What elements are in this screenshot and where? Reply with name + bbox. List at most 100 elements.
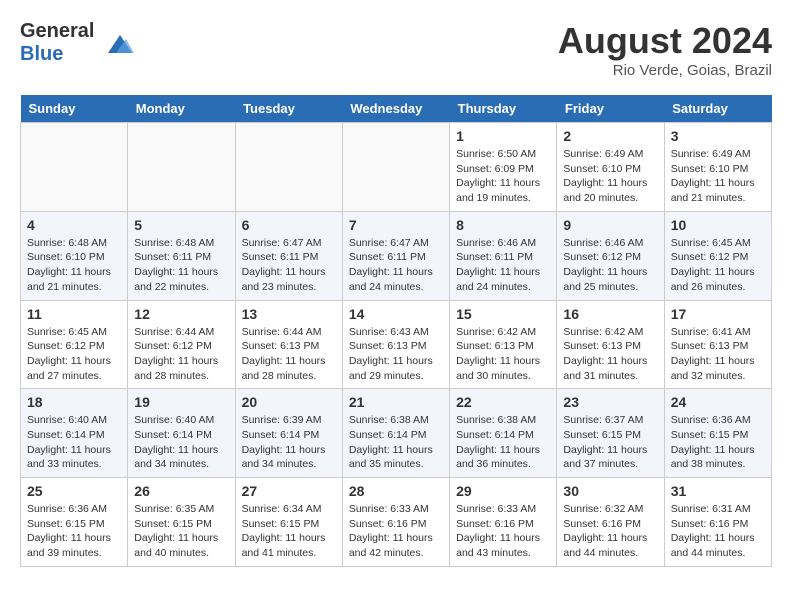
- day-info: Sunrise: 6:33 AM Sunset: 6:16 PM Dayligh…: [456, 502, 550, 561]
- calendar-cell: 16 Sunrise: 6:42 AM Sunset: 6:13 PM Dayli…: [557, 300, 664, 389]
- day-number: 26: [134, 483, 228, 499]
- day-info: Sunrise: 6:37 AM Sunset: 6:15 PM Dayligh…: [563, 413, 657, 472]
- calendar-cell: 23 Sunrise: 6:37 AM Sunset: 6:15 PM Dayli…: [557, 389, 664, 478]
- day-info: Sunrise: 6:44 AM Sunset: 6:13 PM Dayligh…: [242, 325, 336, 384]
- calendar-cell: 14 Sunrise: 6:43 AM Sunset: 6:13 PM Dayli…: [342, 300, 449, 389]
- title-block: August 2024 Rio Verde, Goias, Brazil: [558, 20, 772, 79]
- logo-blue: Blue: [20, 43, 63, 65]
- day-header-thursday: Thursday: [450, 95, 557, 123]
- month-year: August 2024: [558, 20, 772, 62]
- day-number: 24: [671, 394, 765, 410]
- day-info: Sunrise: 6:36 AM Sunset: 6:15 PM Dayligh…: [671, 413, 765, 472]
- calendar-cell: [342, 123, 449, 212]
- day-info: Sunrise: 6:31 AM Sunset: 6:16 PM Dayligh…: [671, 502, 765, 561]
- calendar-cell: 15 Sunrise: 6:42 AM Sunset: 6:13 PM Dayli…: [450, 300, 557, 389]
- calendar-cell: 7 Sunrise: 6:47 AM Sunset: 6:11 PM Daylig…: [342, 211, 449, 300]
- day-info: Sunrise: 6:38 AM Sunset: 6:14 PM Dayligh…: [456, 413, 550, 472]
- day-number: 5: [134, 217, 228, 233]
- calendar-cell: 25Sunrise: 6:36 AM Sunset: 6:15 PM Dayli…: [21, 478, 128, 567]
- calendar-cell: 29 Sunrise: 6:33 AM Sunset: 6:16 PM Dayli…: [450, 478, 557, 567]
- day-number: 14: [349, 306, 443, 322]
- week-row-2: 4 Sunrise: 6:48 AM Sunset: 6:10 PM Daylig…: [21, 211, 772, 300]
- logo: General Blue: [20, 20, 134, 66]
- calendar-cell: [128, 123, 235, 212]
- day-info: Sunrise: 6:33 AM Sunset: 6:16 PM Dayligh…: [349, 502, 443, 561]
- day-header-wednesday: Wednesday: [342, 95, 449, 123]
- day-number: 20: [242, 394, 336, 410]
- day-info: Sunrise: 6:48 AM Sunset: 6:10 PM Dayligh…: [27, 236, 121, 295]
- calendar-cell: 22 Sunrise: 6:38 AM Sunset: 6:14 PM Dayli…: [450, 389, 557, 478]
- day-header-friday: Friday: [557, 95, 664, 123]
- calendar-cell: 2Sunrise: 6:49 AM Sunset: 6:10 PM Daylig…: [557, 123, 664, 212]
- day-info: Sunrise: 6:41 AM Sunset: 6:13 PM Dayligh…: [671, 325, 765, 384]
- day-number: 3: [671, 128, 765, 144]
- logo-general: General: [20, 20, 94, 42]
- location: Rio Verde, Goias, Brazil: [558, 62, 772, 79]
- calendar-cell: 18 Sunrise: 6:40 AM Sunset: 6:14 PM Dayli…: [21, 389, 128, 478]
- day-number: 7: [349, 217, 443, 233]
- day-number: 13: [242, 306, 336, 322]
- day-header-saturday: Saturday: [664, 95, 771, 123]
- calendar-cell: 31 Sunrise: 6:31 AM Sunset: 6:16 PM Dayli…: [664, 478, 771, 567]
- calendar-cell: 10 Sunrise: 6:45 AM Sunset: 6:12 PM Dayli…: [664, 211, 771, 300]
- calendar-cell: 19 Sunrise: 6:40 AM Sunset: 6:14 PM Dayli…: [128, 389, 235, 478]
- day-number: 29: [456, 483, 550, 499]
- day-info: Sunrise: 6:50 AM Sunset: 6:09 PM Dayligh…: [456, 147, 550, 206]
- day-info: Sunrise: 6:40 AM Sunset: 6:14 PM Dayligh…: [134, 413, 228, 472]
- calendar-cell: 28 Sunrise: 6:33 AM Sunset: 6:16 PM Dayli…: [342, 478, 449, 567]
- calendar-table: SundayMondayTuesdayWednesdayThursdayFrid…: [20, 95, 772, 567]
- day-number: 22: [456, 394, 550, 410]
- week-row-5: 25Sunrise: 6:36 AM Sunset: 6:15 PM Dayli…: [21, 478, 772, 567]
- day-info: Sunrise: 6:32 AM Sunset: 6:16 PM Dayligh…: [563, 502, 657, 561]
- day-info: Sunrise: 6:38 AM Sunset: 6:14 PM Dayligh…: [349, 413, 443, 472]
- day-info: Sunrise: 6:47 AM Sunset: 6:11 PM Dayligh…: [349, 236, 443, 295]
- calendar-cell: 5 Sunrise: 6:48 AM Sunset: 6:11 PM Daylig…: [128, 211, 235, 300]
- day-number: 4: [27, 217, 121, 233]
- day-number: 19: [134, 394, 228, 410]
- day-info: Sunrise: 6:43 AM Sunset: 6:13 PM Dayligh…: [349, 325, 443, 384]
- day-number: 6: [242, 217, 336, 233]
- day-number: 10: [671, 217, 765, 233]
- day-number: 9: [563, 217, 657, 233]
- calendar-cell: 11Sunrise: 6:45 AM Sunset: 6:12 PM Dayli…: [21, 300, 128, 389]
- calendar-cell: 9Sunrise: 6:46 AM Sunset: 6:12 PM Daylig…: [557, 211, 664, 300]
- day-info: Sunrise: 6:34 AM Sunset: 6:15 PM Dayligh…: [242, 502, 336, 561]
- calendar-cell: [235, 123, 342, 212]
- calendar-cell: 12Sunrise: 6:44 AM Sunset: 6:12 PM Dayli…: [128, 300, 235, 389]
- day-info: Sunrise: 6:40 AM Sunset: 6:14 PM Dayligh…: [27, 413, 121, 472]
- week-row-4: 18 Sunrise: 6:40 AM Sunset: 6:14 PM Dayli…: [21, 389, 772, 478]
- day-info: Sunrise: 6:44 AM Sunset: 6:12 PM Dayligh…: [134, 325, 228, 384]
- day-number: 18: [27, 394, 121, 410]
- day-number: 23: [563, 394, 657, 410]
- day-info: Sunrise: 6:42 AM Sunset: 6:13 PM Dayligh…: [456, 325, 550, 384]
- calendar-cell: 21Sunrise: 6:38 AM Sunset: 6:14 PM Dayli…: [342, 389, 449, 478]
- day-number: 27: [242, 483, 336, 499]
- calendar-cell: 30 Sunrise: 6:32 AM Sunset: 6:16 PM Dayli…: [557, 478, 664, 567]
- day-header-monday: Monday: [128, 95, 235, 123]
- calendar-cell: 3 Sunrise: 6:49 AM Sunset: 6:10 PM Daylig…: [664, 123, 771, 212]
- day-info: Sunrise: 6:36 AM Sunset: 6:15 PM Dayligh…: [27, 502, 121, 561]
- day-info: Sunrise: 6:35 AM Sunset: 6:15 PM Dayligh…: [134, 502, 228, 561]
- calendar-cell: 1 Sunrise: 6:50 AM Sunset: 6:09 PM Daylig…: [450, 123, 557, 212]
- week-row-1: 1 Sunrise: 6:50 AM Sunset: 6:09 PM Daylig…: [21, 123, 772, 212]
- day-number: 28: [349, 483, 443, 499]
- day-info: Sunrise: 6:45 AM Sunset: 6:12 PM Dayligh…: [671, 236, 765, 295]
- day-number: 15: [456, 306, 550, 322]
- calendar-cell: 17Sunrise: 6:41 AM Sunset: 6:13 PM Dayli…: [664, 300, 771, 389]
- day-header-sunday: Sunday: [21, 95, 128, 123]
- day-number: 16: [563, 306, 657, 322]
- day-info: Sunrise: 6:42 AM Sunset: 6:13 PM Dayligh…: [563, 325, 657, 384]
- calendar-cell: 6Sunrise: 6:47 AM Sunset: 6:11 PM Daylig…: [235, 211, 342, 300]
- day-info: Sunrise: 6:48 AM Sunset: 6:11 PM Dayligh…: [134, 236, 228, 295]
- page-header: General Blue August 2024 Rio Verde, Goia…: [20, 20, 772, 79]
- day-number: 2: [563, 128, 657, 144]
- header-row: SundayMondayTuesdayWednesdayThursdayFrid…: [21, 95, 772, 123]
- logo-icon: [98, 25, 134, 61]
- calendar-cell: 26 Sunrise: 6:35 AM Sunset: 6:15 PM Dayli…: [128, 478, 235, 567]
- calendar-cell: [21, 123, 128, 212]
- logo-text: General Blue: [20, 20, 134, 66]
- day-info: Sunrise: 6:49 AM Sunset: 6:10 PM Dayligh…: [671, 147, 765, 206]
- day-number: 31: [671, 483, 765, 499]
- day-number: 1: [456, 128, 550, 144]
- day-number: 30: [563, 483, 657, 499]
